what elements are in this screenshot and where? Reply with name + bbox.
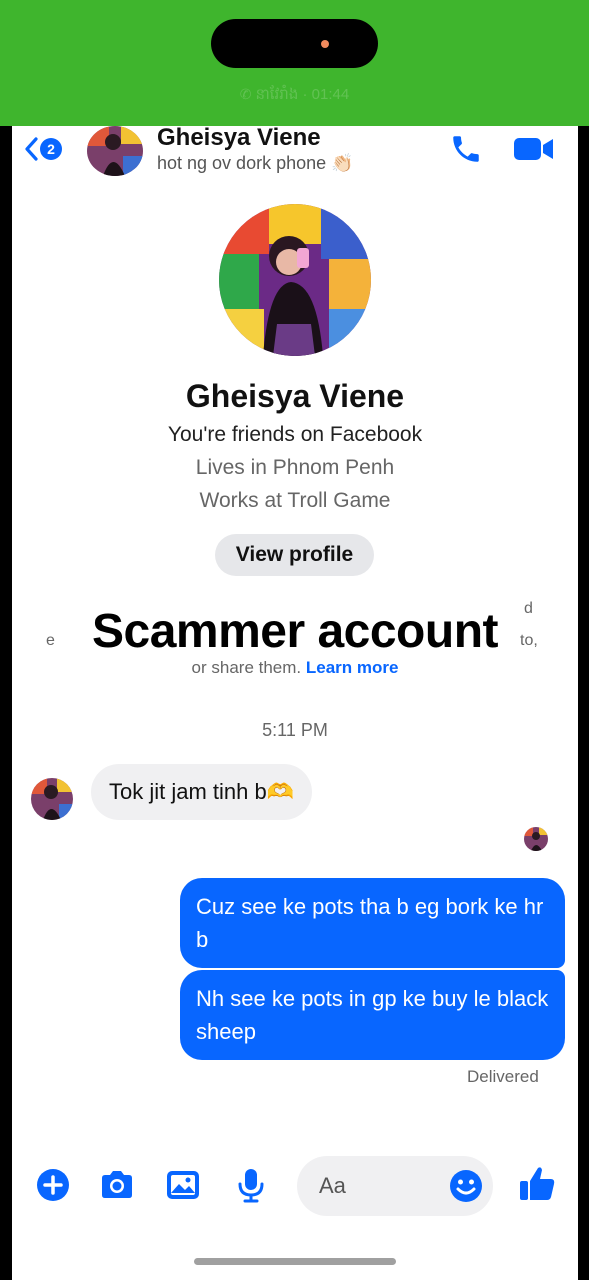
message-timestamp: 5:11 PM	[262, 720, 328, 740]
gallery-icon[interactable]	[164, 1166, 202, 1204]
delivery-status: Delivered	[467, 1067, 539, 1086]
scammer-warning-overlay: Scammer account	[91, 605, 499, 658]
phone-icon: ✆	[239, 86, 252, 102]
seen-indicator-avatar	[524, 827, 548, 851]
back-button[interactable]: 2	[24, 132, 62, 166]
camera-indicator-dot	[321, 40, 329, 48]
contact-avatar[interactable]	[87, 126, 143, 176]
thumbs-up-icon[interactable]	[518, 1164, 558, 1204]
friends-status: You're friends on Facebook	[167, 423, 423, 446]
messenger-chat-screen: 2 Gheisya Viene hot ng ov dork phone 👏🏻	[12, 126, 578, 1280]
dynamic-island	[211, 19, 378, 68]
profile-avatar[interactable]	[219, 204, 371, 356]
home-indicator[interactable]	[194, 1258, 396, 1265]
outgoing-message[interactable]: Nh see ke pots in gp ke buy le black she…	[180, 970, 565, 1060]
call-status-text: ✆ នាវែរាំង · 01:44	[239, 86, 350, 103]
contact-status-note: hot ng ov dork phone 👏🏻	[157, 153, 354, 173]
chat-header: 2 Gheisya Viene hot ng ov dork phone 👏🏻	[12, 126, 578, 184]
incoming-message[interactable]: Tok jit jam tinh b🫶	[91, 764, 313, 820]
sender-avatar[interactable]	[31, 778, 73, 820]
work-info: Works at Troll Game	[199, 489, 391, 512]
emoji-icon[interactable]	[449, 1169, 483, 1203]
profile-name: Gheisya Viene	[185, 378, 405, 414]
video-call-icon[interactable]	[513, 135, 555, 163]
privacy-notice: or share them. Learn more	[191, 658, 399, 677]
phone-call-icon[interactable]	[449, 132, 483, 166]
outgoing-message[interactable]: Cuz see ke pots tha b eg bork ke hr b	[180, 878, 565, 968]
camera-icon[interactable]	[98, 1166, 136, 1204]
microphone-icon[interactable]	[232, 1166, 270, 1204]
clapping-hands-emoji: 👏🏻	[331, 153, 354, 173]
view-profile-button[interactable]: View profile	[215, 534, 374, 576]
plus-icon[interactable]	[34, 1166, 72, 1204]
ongoing-call-banner[interactable]: ✆ នាវែរាំង · 01:44	[0, 0, 589, 126]
learn-more-link[interactable]: Learn more	[306, 658, 399, 677]
location-info: Lives in Phnom Penh	[195, 456, 395, 479]
unread-count-badge: 2	[40, 138, 62, 160]
chevron-left-icon	[25, 137, 38, 161]
contact-name[interactable]: Gheisya Viene	[157, 126, 321, 152]
